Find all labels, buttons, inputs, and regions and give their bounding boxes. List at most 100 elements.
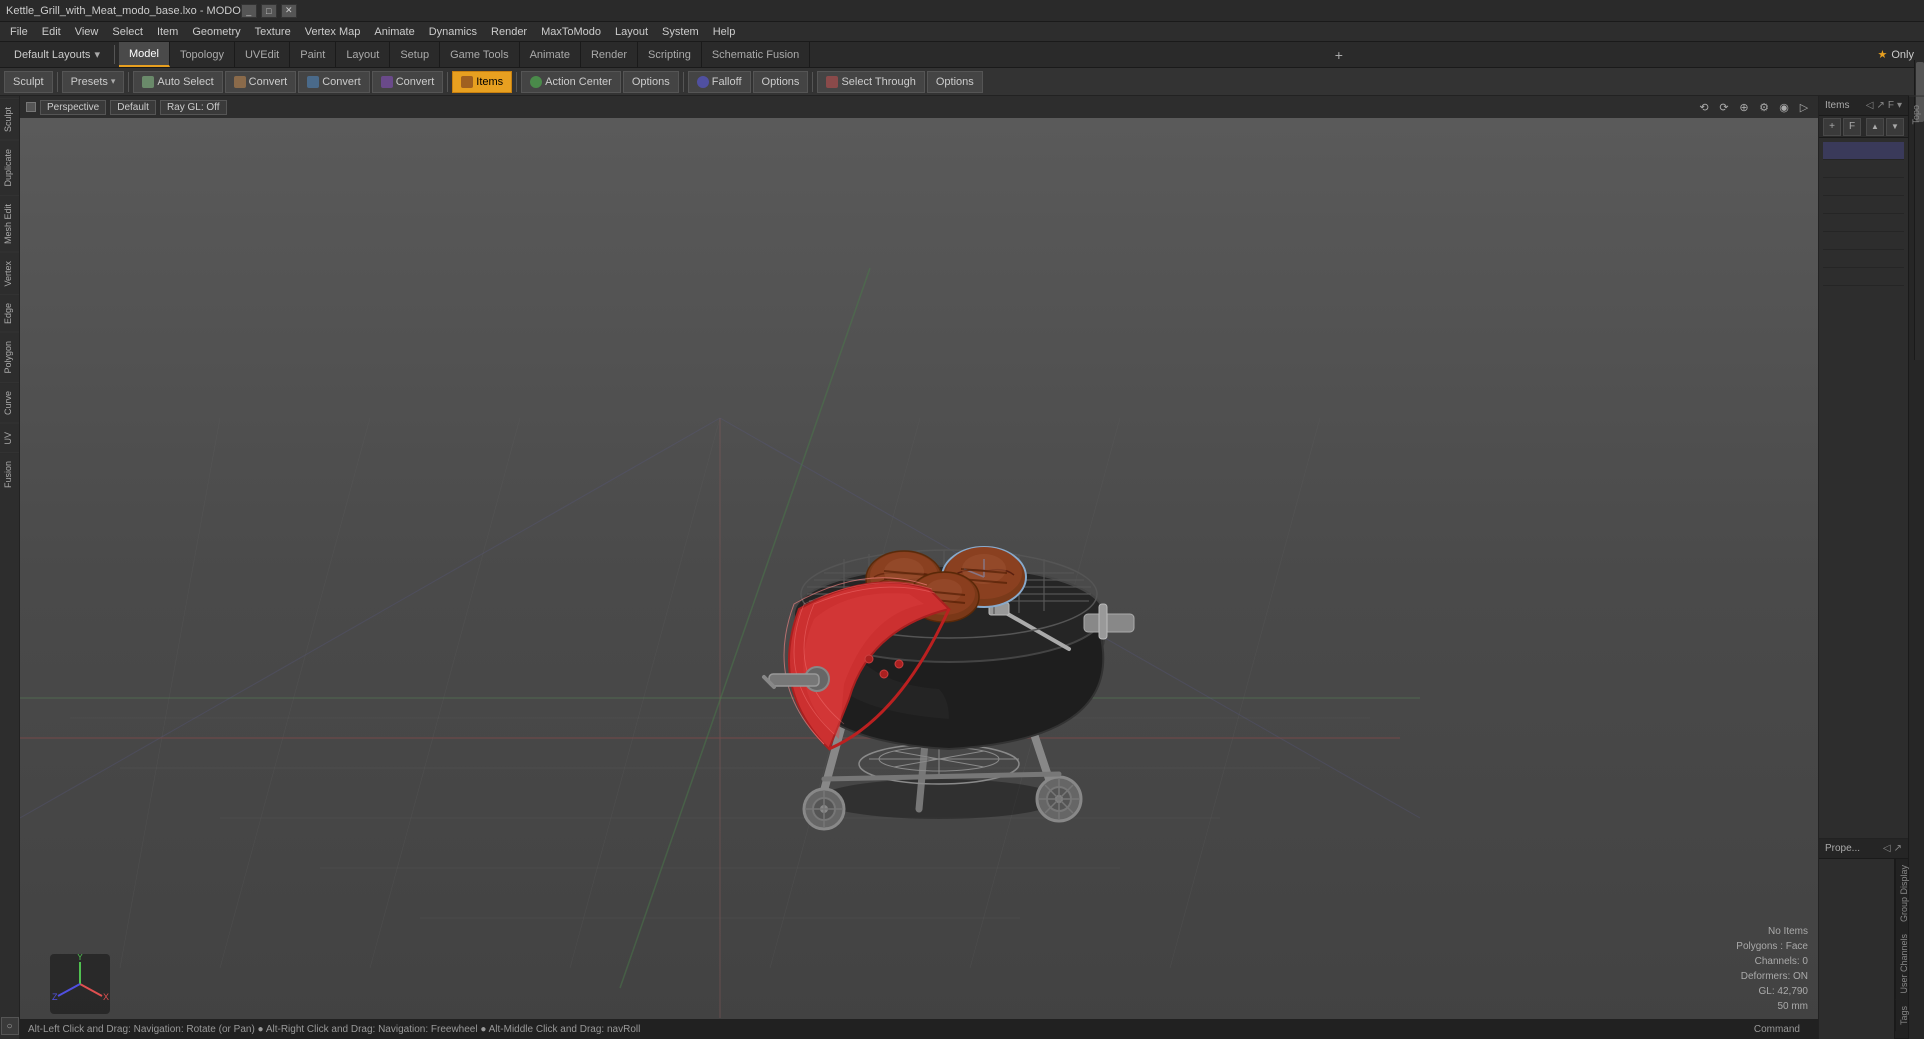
list-item[interactable] bbox=[1823, 196, 1904, 214]
viewport-icon-settings[interactable]: ⚙ bbox=[1756, 99, 1772, 115]
items-panel-collapse[interactable]: ◁ bbox=[1866, 100, 1874, 111]
sidebar-circle-btn[interactable]: ○ bbox=[1, 1017, 19, 1035]
layout-default[interactable]: Default Layouts ▾ bbox=[4, 42, 110, 67]
sidebar-item-sculpt[interactable]: Sculpt bbox=[0, 98, 19, 140]
menu-item-texture[interactable]: Texture bbox=[249, 25, 297, 39]
sidebar-item-fusion[interactable]: Fusion bbox=[0, 452, 19, 496]
properties-collapse[interactable]: ◁ bbox=[1883, 843, 1891, 854]
layout-tab-layout[interactable]: Layout bbox=[336, 42, 390, 67]
sidebar-item-uv[interactable]: UV bbox=[0, 423, 19, 453]
items-panel-filter[interactable]: F bbox=[1888, 100, 1894, 111]
layout-tab-animate[interactable]: Animate bbox=[520, 42, 581, 67]
viewport-icon-zoom[interactable]: ⊕ bbox=[1736, 99, 1752, 115]
layout-add-tab[interactable]: + bbox=[1327, 42, 1351, 67]
scene-canvas[interactable]: X Y Z No Items Polygons : Face Channels:… bbox=[20, 118, 1818, 1039]
select-through-button[interactable]: Select Through bbox=[817, 71, 924, 93]
items-scroll-down[interactable]: ▼ bbox=[1886, 118, 1904, 136]
layout-tab-schematic-fusion[interactable]: Schematic Fusion bbox=[702, 42, 810, 67]
menu-item-animate[interactable]: Animate bbox=[368, 25, 420, 39]
tab-user-channels[interactable]: User Channels bbox=[1895, 928, 1908, 1000]
toolbar-sep-5 bbox=[683, 72, 684, 92]
items-button[interactable]: Items bbox=[452, 71, 512, 93]
viewport-icon-view[interactable]: ◉ bbox=[1776, 99, 1792, 115]
layout-tab-topology[interactable]: Topology bbox=[170, 42, 235, 67]
sidebar-item-curve[interactable]: Curve bbox=[0, 382, 19, 423]
layout-tab-game-tools[interactable]: Game Tools bbox=[440, 42, 520, 67]
sculpt-button[interactable]: Sculpt bbox=[4, 71, 53, 93]
menu-item-maxtomodo[interactable]: MaxToModo bbox=[535, 25, 607, 39]
menu-item-select[interactable]: Select bbox=[106, 25, 149, 39]
items-filter-btn[interactable]: F bbox=[1843, 118, 1861, 136]
properties-expand[interactable]: ↗ bbox=[1894, 843, 1902, 854]
list-item[interactable] bbox=[1823, 232, 1904, 250]
tab-group-display[interactable]: Group Display bbox=[1895, 859, 1908, 928]
list-item[interactable] bbox=[1823, 142, 1904, 160]
convert1-icon bbox=[234, 76, 246, 88]
viewport-raygl[interactable]: Ray GL: Off bbox=[160, 100, 227, 115]
sidebar-item-duplicate[interactable]: Duplicate bbox=[0, 140, 19, 195]
viewport-perspective[interactable]: Perspective bbox=[40, 100, 106, 115]
layout-tab-uvedit[interactable]: UVEdit bbox=[235, 42, 290, 67]
stats-deformers: Deformers: ON bbox=[1736, 969, 1808, 984]
svg-text:Y: Y bbox=[77, 954, 83, 962]
menu-item-vertex-map[interactable]: Vertex Map bbox=[299, 25, 367, 39]
items-panel-menu[interactable]: ▾ bbox=[1897, 100, 1902, 111]
menu-item-item[interactable]: Item bbox=[151, 25, 184, 39]
sidebar-item-polygon[interactable]: Polygon bbox=[0, 332, 19, 382]
list-item[interactable] bbox=[1823, 250, 1904, 268]
action-center-button[interactable]: Action Center bbox=[521, 71, 621, 93]
command-label[interactable]: Command bbox=[1754, 1024, 1810, 1035]
sidebar-item-mesh-edit[interactable]: Mesh Edit bbox=[0, 195, 19, 252]
stats-panel: No Items Polygons : Face Channels: 0 Def… bbox=[1736, 924, 1808, 1014]
convert1-button[interactable]: Convert bbox=[225, 71, 297, 93]
sidebar-item-vertex[interactable]: Vertex bbox=[0, 252, 19, 295]
menu-item-geometry[interactable]: Geometry bbox=[186, 25, 246, 39]
menu-item-file[interactable]: File bbox=[4, 25, 34, 39]
viewport-icon-refresh[interactable]: ⟳ bbox=[1716, 99, 1732, 115]
list-item[interactable] bbox=[1823, 214, 1904, 232]
list-item[interactable] bbox=[1823, 268, 1904, 286]
menu-item-layout[interactable]: Layout bbox=[609, 25, 654, 39]
convert2-button[interactable]: Convert bbox=[298, 71, 370, 93]
layout-tab-scripting[interactable]: Scripting bbox=[638, 42, 702, 67]
options3-button[interactable]: Options bbox=[927, 71, 983, 93]
properties-panel-icons: ◁ ↗ bbox=[1883, 843, 1902, 854]
viewport-area[interactable]: Perspective Default Ray GL: Off ⟲ ⟳ ⊕ ⚙ … bbox=[20, 96, 1818, 1039]
layout-tab-setup[interactable]: Setup bbox=[390, 42, 440, 67]
viewport-shading-label: Default bbox=[117, 102, 149, 113]
layout-default-label: Default Layouts bbox=[14, 49, 90, 61]
viewport-icon-play[interactable]: ▷ bbox=[1796, 99, 1812, 115]
status-text: Alt-Left Click and Drag: Navigation: Rot… bbox=[28, 1024, 640, 1035]
menu-item-help[interactable]: Help bbox=[707, 25, 742, 39]
items-add-btn[interactable]: + bbox=[1823, 118, 1841, 136]
minimize-button[interactable]: _ bbox=[241, 4, 257, 18]
presets-button[interactable]: Presets ▾ bbox=[62, 71, 125, 93]
tab-tags[interactable]: Tags bbox=[1895, 1000, 1908, 1031]
layout-tab-paint[interactable]: Paint bbox=[290, 42, 336, 67]
layout-tab-render[interactable]: Render bbox=[581, 42, 638, 67]
layout-tab-model[interactable]: Model bbox=[119, 42, 170, 67]
far-tab-1[interactable]: Topo bbox=[1909, 96, 1924, 133]
options1-button[interactable]: Options bbox=[623, 71, 679, 93]
right-tabs: Group Display User Channels Tags bbox=[1894, 859, 1908, 1039]
menu-item-dynamics[interactable]: Dynamics bbox=[423, 25, 483, 39]
items-panel-expand[interactable]: ↗ bbox=[1876, 100, 1884, 111]
options2-button[interactable]: Options bbox=[753, 71, 809, 93]
viewport-icon-reset[interactable]: ⟲ bbox=[1696, 99, 1712, 115]
auto-select-button[interactable]: Auto Select bbox=[133, 71, 222, 93]
items-scroll-up[interactable]: ▲ bbox=[1866, 118, 1884, 136]
falloff-button[interactable]: Falloff bbox=[688, 71, 751, 93]
menu-item-render[interactable]: Render bbox=[485, 25, 533, 39]
menu-item-system[interactable]: System bbox=[656, 25, 705, 39]
viewport-shading[interactable]: Default bbox=[110, 100, 156, 115]
layout-dropdown-icon[interactable]: ▾ bbox=[94, 48, 100, 61]
sidebar-item-edge[interactable]: Edge bbox=[0, 294, 19, 332]
close-button[interactable]: ✕ bbox=[281, 4, 297, 18]
menu-item-edit[interactable]: Edit bbox=[36, 25, 67, 39]
convert3-button[interactable]: Convert bbox=[372, 71, 444, 93]
list-item[interactable] bbox=[1823, 178, 1904, 196]
maximize-button[interactable]: □ bbox=[261, 4, 277, 18]
viewport-collapse-btn[interactable] bbox=[26, 102, 36, 112]
menu-item-view[interactable]: View bbox=[69, 25, 105, 39]
list-item[interactable] bbox=[1823, 160, 1904, 178]
